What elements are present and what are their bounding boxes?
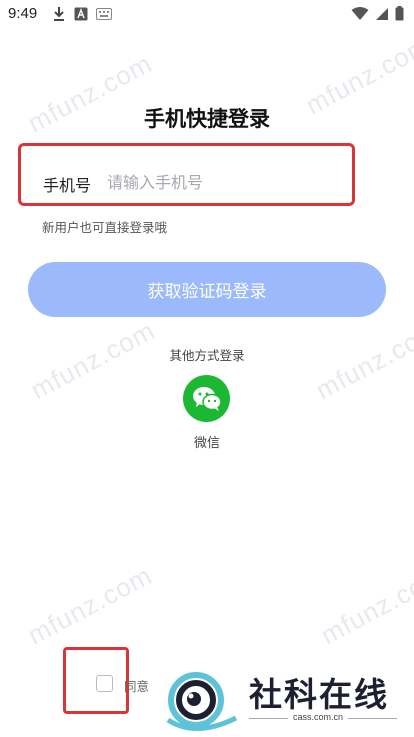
agreement-text: 同意: [124, 679, 150, 694]
status-time: 9:49: [8, 5, 38, 22]
status-left-icons: [52, 6, 112, 22]
wifi-icon: [351, 6, 369, 20]
text-a-icon: [74, 7, 88, 21]
watermark-text: mfunz.com: [22, 559, 157, 651]
eye-logo-icon: [166, 672, 238, 731]
site-logo: 社科在线 cass.com.cn: [162, 664, 414, 737]
status-right-icons: [351, 6, 404, 21]
get-code-login-button[interactable]: 获取验证码登录: [28, 262, 386, 317]
watermark-text: mfunz.com: [315, 559, 414, 651]
signal-icon: [376, 7, 388, 20]
logo-title: 社科在线: [249, 675, 389, 714]
new-user-hint: 新用户也可直接登录哦: [42, 220, 168, 235]
phone-input[interactable]: [107, 167, 327, 197]
wechat-login-button[interactable]: [183, 375, 230, 422]
phone-label: 手机号: [43, 176, 92, 195]
keyboard-icon: [96, 8, 112, 20]
other-methods-label: 其他方式登录: [169, 348, 245, 363]
download-icon: [54, 7, 64, 21]
phone-input-row: 手机号: [18, 143, 355, 206]
logo-subtitle: cass.com.cn: [288, 712, 349, 722]
page-title: 手机快捷登录: [144, 107, 270, 131]
wechat-label: 微信: [193, 436, 220, 451]
status-bar: 9:49: [0, 0, 414, 30]
wechat-icon: [192, 386, 222, 411]
battery-icon: [395, 6, 404, 21]
agreement-checkbox[interactable]: [96, 675, 113, 692]
